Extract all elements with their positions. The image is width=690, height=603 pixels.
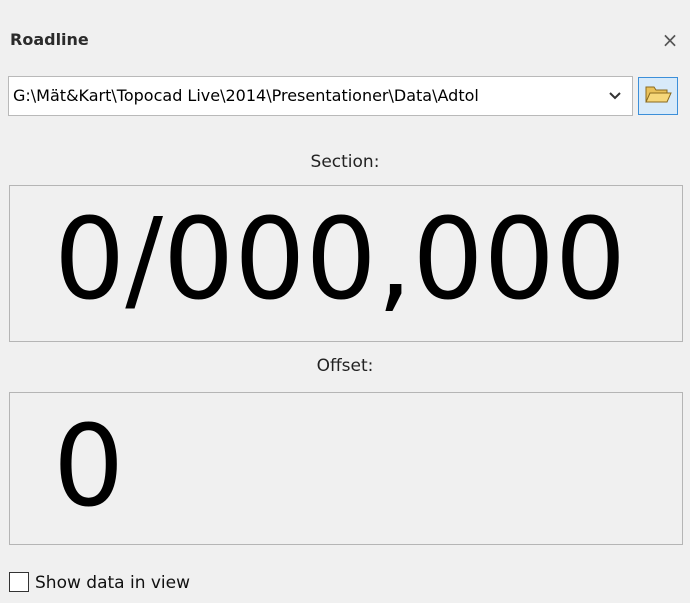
offset-value: 0 (53, 402, 125, 532)
offset-display: 0 (9, 392, 683, 545)
browse-folder-button[interactable] (638, 77, 678, 115)
panel-title: Roadline (10, 30, 89, 49)
title-bar: Roadline × (0, 18, 690, 62)
show-data-label[interactable]: Show data in view (35, 570, 190, 596)
roadline-panel: Roadline × G:\Mät&Kart\Topocad Live\2014… (0, 0, 690, 603)
offset-label: Offset: (316, 356, 374, 376)
path-row: G:\Mät&Kart\Topocad Live\2014\Presentati… (8, 76, 682, 118)
chevron-down-icon[interactable] (598, 77, 632, 115)
path-combobox[interactable]: G:\Mät&Kart\Topocad Live\2014\Presentati… (8, 76, 633, 116)
folder-open-icon (644, 82, 672, 110)
close-button[interactable]: × (650, 18, 690, 62)
section-value: 0/000,000 (54, 195, 627, 325)
path-value: G:\Mät&Kart\Topocad Live\2014\Presentati… (13, 86, 479, 105)
show-data-checkbox[interactable] (9, 572, 29, 592)
section-display: 0/000,000 (9, 185, 683, 342)
section-label: Section: (310, 152, 380, 172)
